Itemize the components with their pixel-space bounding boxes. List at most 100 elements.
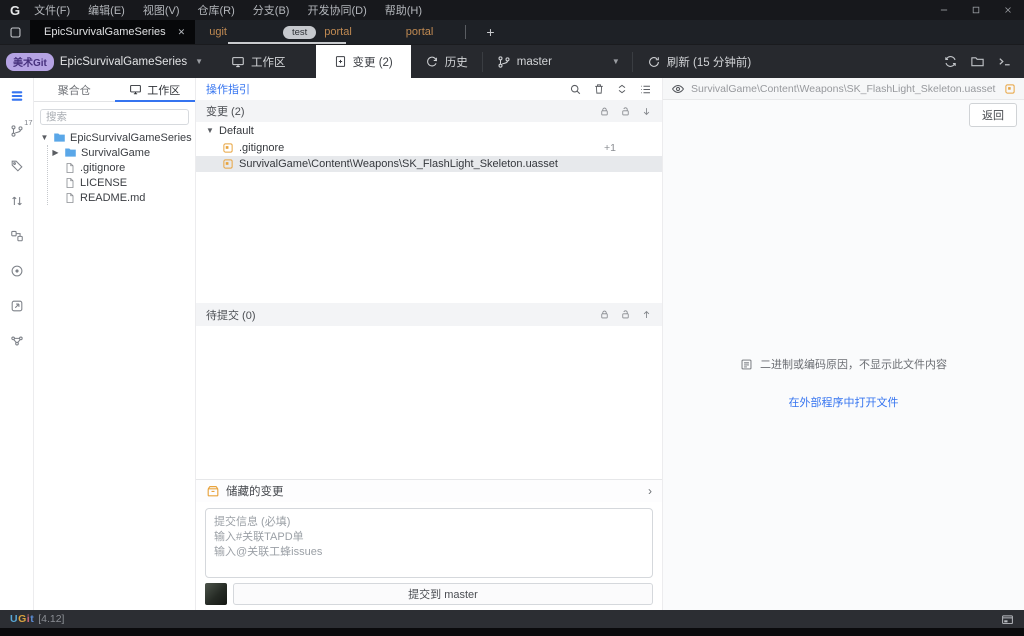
git-branch-icon: [10, 124, 24, 138]
close-button[interactable]: [992, 0, 1024, 20]
window-controls: [928, 0, 1024, 20]
status-bar: UGit [4.12]: [0, 610, 1024, 628]
lock-icon[interactable]: [599, 106, 610, 117]
unlock-icon[interactable]: [620, 106, 631, 117]
chevron-right-icon[interactable]: ›: [648, 484, 652, 498]
file-preview-panel: SurvivalGame\Content\Weapons\SK_FlashLig…: [663, 78, 1024, 610]
sync-icon[interactable]: [943, 54, 958, 69]
collapse-all-icon[interactable]: [616, 83, 628, 95]
branch-selector[interactable]: master: [483, 45, 556, 78]
submodule-icon: [10, 229, 24, 243]
rail-pipeline-button[interactable]: [8, 333, 26, 349]
repo-tab-label: EpicSurvivalGameSeries: [44, 26, 166, 38]
app-letter: t: [30, 613, 34, 625]
window-list-button[interactable]: [0, 20, 30, 44]
tab-label: 聚合仓: [58, 82, 91, 98]
changes-panel: 操作指引 变更 (2) ▼ Default: [196, 78, 663, 610]
tree-item-root[interactable]: ▼ EpicSurvivalGameSeries: [34, 130, 195, 145]
discard-trash-icon[interactable]: [593, 83, 605, 95]
git-branch-icon: [497, 55, 511, 69]
rail-share-button[interactable]: [8, 298, 26, 314]
workspace-button[interactable]: 工作区: [217, 45, 300, 78]
new-tab-button[interactable]: +: [476, 20, 504, 44]
refresh-icon: [647, 55, 661, 69]
open-folder-icon[interactable]: [970, 54, 985, 69]
chevron-down-icon[interactable]: ▼: [195, 57, 203, 66]
history-tab[interactable]: 历史: [411, 45, 482, 78]
unstage-up-arrow-icon[interactable]: [641, 309, 652, 320]
file-icon: [64, 177, 76, 189]
list-view-icon[interactable]: [639, 83, 652, 96]
rail-issues-button[interactable]: [8, 263, 26, 279]
search-input[interactable]: [40, 109, 189, 125]
tree-item-file[interactable]: LICENSE: [51, 175, 195, 190]
menu-item-view[interactable]: 视图(V): [143, 2, 180, 18]
changes-count-label: 变更 (2): [206, 103, 245, 119]
changed-file-row-selected[interactable]: SurvivalGame\Content\Weapons\SK_FlashLig…: [196, 156, 662, 172]
tab-workspace[interactable]: 工作区: [115, 78, 196, 101]
menu-bar: 文件(F) 编辑(E) 视图(V) 仓库(R) 分支(B) 开发协同(D) 帮助…: [34, 2, 422, 18]
chevron-down-icon[interactable]: ▼: [206, 126, 214, 135]
terminal-icon[interactable]: [997, 54, 1012, 69]
lock-icon[interactable]: [599, 309, 610, 320]
tree-item-folder[interactable]: ▶ SurvivalGame: [51, 145, 195, 160]
refresh-button[interactable]: 刷新 (15 分钟前): [633, 45, 765, 78]
stage-down-arrow-icon[interactable]: [641, 106, 652, 117]
close-icon: [1003, 5, 1013, 15]
search-icon[interactable]: [569, 83, 582, 96]
changed-file-name: .gitignore: [239, 142, 284, 154]
repo-tab-label: portal: [324, 26, 352, 38]
operation-guide-link[interactable]: 操作指引: [206, 81, 250, 97]
menu-item-edit[interactable]: 编辑(E): [88, 2, 125, 18]
send-box-icon: [10, 299, 24, 313]
refresh-label: 刷新 (15 分钟前): [667, 54, 751, 70]
repo-tab-portal-test[interactable]: test portal: [269, 20, 366, 44]
toolbar-right-actions: [943, 54, 1024, 69]
user-avatar[interactable]: [205, 583, 227, 605]
repo-tab-label: portal: [406, 26, 434, 38]
rail-branches-button[interactable]: 17: [8, 123, 26, 139]
branch-chevron-down-icon[interactable]: ▼: [612, 57, 620, 66]
menu-item-help[interactable]: 帮助(H): [385, 2, 422, 18]
rail-submodules-button[interactable]: [8, 228, 26, 244]
tree-item-file[interactable]: .gitignore: [51, 160, 195, 175]
placeholder-line: 输入@关联工蜂issues: [214, 545, 644, 560]
menu-item-collab[interactable]: 开发协同(D): [307, 2, 366, 18]
unlock-icon[interactable]: [620, 309, 631, 320]
open-external-link[interactable]: 在外部程序中打开文件: [663, 394, 1024, 410]
commit-row: 提交到 master: [205, 583, 653, 605]
menu-item-repository[interactable]: 仓库(R): [198, 2, 235, 18]
repo-selector[interactable]: EpicSurvivalGameSeries: [60, 56, 187, 68]
tab-close-icon[interactable]: ✕: [178, 27, 186, 38]
branch-count-badge: 17: [24, 118, 32, 127]
changed-file-row[interactable]: .gitignore +1: [196, 139, 662, 156]
circle-dot-icon: [10, 264, 24, 278]
tree-item-label: EpicSurvivalGameSeries: [70, 132, 192, 144]
minimize-button[interactable]: [928, 0, 960, 20]
menu-item-branch[interactable]: 分支(B): [253, 2, 290, 18]
folder-icon: [64, 146, 77, 159]
chevron-right-icon[interactable]: ▶: [51, 148, 60, 157]
workspace-label: 工作区: [251, 54, 286, 70]
maximize-button[interactable]: [960, 0, 992, 20]
commit-message-input[interactable]: 提交信息 (必填) 输入#关联TAPD单 输入@关联工蜂issues: [205, 508, 653, 578]
menu-item-file[interactable]: 文件(F): [34, 2, 70, 18]
chevron-down-icon[interactable]: ▼: [40, 133, 49, 142]
repo-tab-ugit[interactable]: ugit: [195, 20, 241, 44]
rail-tags-button[interactable]: [8, 158, 26, 174]
back-button[interactable]: 返回: [969, 103, 1017, 127]
changes-tab[interactable]: 变更 (2): [316, 45, 411, 78]
rail-push-pull-button[interactable]: [8, 193, 26, 209]
explorer-tabs: 聚合仓 工作区: [34, 78, 195, 102]
change-group-row[interactable]: ▼ Default: [196, 122, 662, 139]
tab-aggregate-repo[interactable]: 聚合仓: [34, 78, 115, 101]
repo-tab-active[interactable]: EpicSurvivalGameSeries ✕: [30, 20, 195, 44]
commit-button[interactable]: 提交到 master: [233, 583, 653, 605]
staged-section-header: 待提交 (0): [196, 303, 662, 326]
notification-panel-button[interactable]: [1001, 613, 1014, 626]
stashed-changes-row[interactable]: 储藏的变更 ›: [196, 479, 662, 502]
tree-item-file[interactable]: README.md: [51, 190, 195, 205]
monitor-icon: [231, 55, 245, 69]
repo-tab-portal[interactable]: portal: [392, 20, 448, 44]
rail-workspace-button[interactable]: [8, 88, 26, 104]
